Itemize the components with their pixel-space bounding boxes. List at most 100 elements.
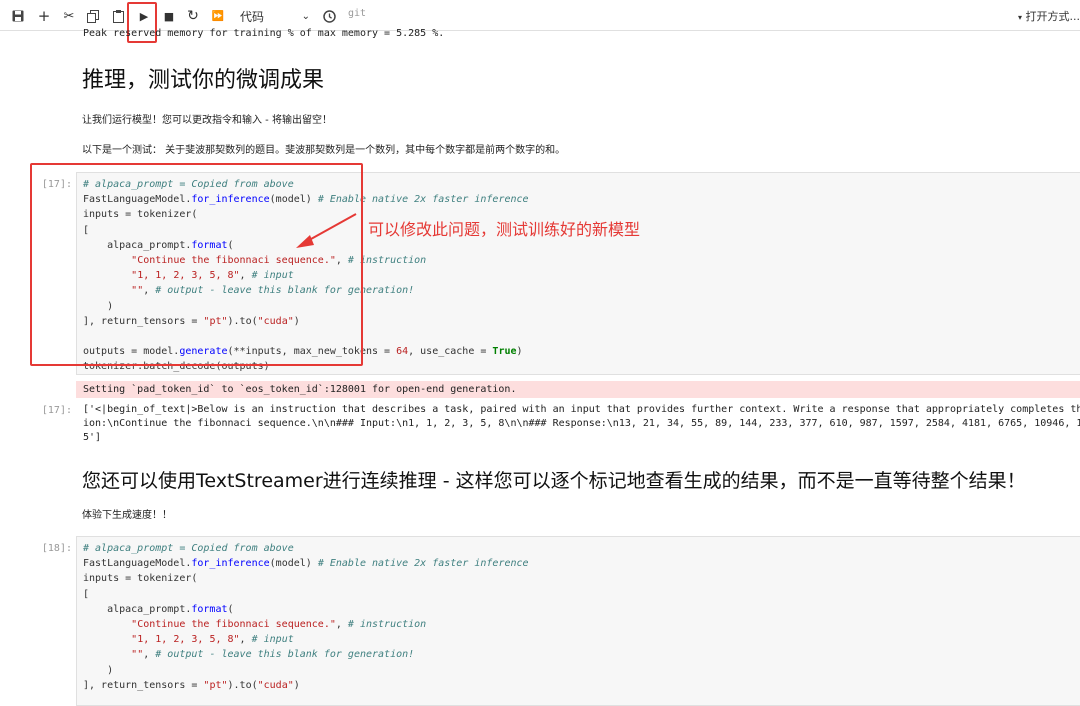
code-line: outputs = model.generate(**inputs, max_n… [83,344,529,359]
cell-18-input-prompt: [18]: [30,543,72,554]
code-token: # Enable native 2x faster inference [318,558,529,569]
code-token: inputs = tokenizer( [83,573,197,584]
code-line: ) [83,663,529,678]
code-token: format [191,240,227,251]
git-label[interactable]: git [348,8,366,19]
code-token: (model) [270,194,318,205]
run-all-icon[interactable]: ⏩ [208,7,228,25]
save-icon[interactable] [9,7,27,25]
code-token: "cuda" [258,316,294,327]
output-line: ion:\nContinue the fibonnaci sequence.\n… [83,417,1080,431]
code-line [83,329,529,344]
code-token: ], return_tensors = [83,316,203,327]
code-token: # instruction [348,255,426,266]
code-token: "" [131,285,143,296]
section-heading-inference: 推理，测试你的微调成果 [82,62,324,94]
code-token: # output - leave this blank for generati… [155,649,414,660]
code-token: ) [294,316,300,327]
cut-icon[interactable]: ✂ [60,7,78,25]
section-heading-textstreamer: 您还可以使用TextStreamer进行连续推理 - 这样您可以逐个标记地查看生… [82,466,1026,493]
restart-icon[interactable]: ↻ [184,7,202,25]
copy-icon[interactable] [84,7,102,25]
code-line: # alpaca_prompt = Copied from above [83,541,529,556]
stop-icon[interactable]: ■ [160,7,178,25]
code-token: # alpaca_prompt = Copied from above [83,543,294,554]
code-token: generate [179,346,227,357]
code-cell-18-source[interactable]: # alpaca_prompt = Copied from above FastL… [83,541,529,693]
code-token: , [240,634,252,645]
code-token: "pt" [203,316,227,327]
code-token [83,634,131,645]
code-token: (**inputs, max_new_tokens = [228,346,397,357]
code-token: inputs = tokenizer( [83,209,197,220]
code-line: tokenizer.batch_decode(outputs) [83,359,529,374]
code-token [83,270,131,281]
code-line: FastLanguageModel.for_inference(model) #… [83,556,529,571]
code-token: (model) [270,558,318,569]
code-token: , [336,255,348,266]
code-token: ).to( [228,680,258,691]
code-token: ], return_tensors = [83,680,203,691]
warning-text: Setting `pad_token_id` to `eos_token_id`… [83,384,516,395]
code-token: "" [131,649,143,660]
code-token: alpaca_prompt. [83,240,191,251]
code-line: "", # output - leave this blank for gene… [83,647,529,662]
code-token: # Enable native 2x faster inference [318,194,529,205]
code-line: "1, 1, 2, 3, 5, 8", # input [83,632,529,647]
code-line: FastLanguageModel.for_inference(model) #… [83,192,529,207]
code-token: "1, 1, 2, 3, 5, 8" [131,270,239,281]
code-token: # alpaca_prompt = Copied from above [83,179,294,190]
cell-17-input-prompt: [17]: [30,179,72,190]
code-token: "Continue the fibonnaci sequence." [131,255,336,266]
code-token: # output - leave this blank for generati… [155,285,414,296]
code-token: , [240,270,252,281]
open-with-menu[interactable]: ▾ 打开方式... [1018,8,1080,24]
caret-down-icon: ▾ [1018,13,1022,22]
open-with-label: 打开方式... [1026,10,1080,23]
code-line: # alpaca_prompt = Copied from above [83,177,529,192]
run-icon[interactable]: ▶ [135,7,153,25]
code-token: "pt" [203,680,227,691]
output-line: 5'] [83,431,1080,445]
code-cell-17-source[interactable]: # alpaca_prompt = Copied from above FastL… [83,177,529,375]
add-cell-icon[interactable]: + [35,7,53,25]
annotation-text: 可以修改此问题，测试训练好的新模型 [368,216,640,240]
code-token: FastLanguageModel. [83,558,191,569]
cell-type-select[interactable]: 代码 ⌄ [236,6,314,26]
code-token: , use_cache = [408,346,492,357]
training-output-text: Peak reserved memory for training % of m… [83,28,444,39]
paste-icon[interactable] [109,7,127,25]
code-line: ], return_tensors = "pt").to("cuda") [83,314,529,329]
code-token: FastLanguageModel. [83,194,191,205]
cell-type-label: 代码 [240,8,264,25]
code-line: ) [83,299,529,314]
code-line: [ [83,587,529,602]
code-token: "1, 1, 2, 3, 5, 8" [131,634,239,645]
chevron-down-icon: ⌄ [302,11,310,22]
code-token: [ [83,589,89,600]
code-token: tokenizer.batch_decode(outputs) [83,361,270,372]
speed-paragraph: 体验下生成速度！！ [82,506,172,521]
code-line: ], return_tensors = "pt").to("cuda") [83,678,529,693]
code-line: "1, 1, 2, 3, 5, 8", # input [83,268,529,283]
annotation-arrow-icon [290,208,360,253]
code-token [83,619,131,630]
clock-icon[interactable] [320,7,338,25]
code-line: "", # output - leave this blank for gene… [83,283,529,298]
output-line: ['<|begin_of_text|>Below is an instructi… [83,403,1080,417]
cell-17-output: ['<|begin_of_text|>Below is an instructi… [83,403,1080,445]
code-line: "Continue the fibonnaci sequence.", # in… [83,253,529,268]
code-token: outputs = model. [83,346,179,357]
code-token: ) [83,665,113,676]
code-token: , [143,649,155,660]
test-description-paragraph: 以下是一个测试： 关于斐波那契数列的题目。斐波那契数列是一个数列，其中每个数字都… [82,141,565,156]
code-token [83,285,131,296]
code-line: inputs = tokenizer( [83,571,529,586]
code-token: ) [294,680,300,691]
code-token [83,255,131,266]
code-token: ).to( [228,316,258,327]
code-token: ( [228,604,234,615]
code-token [83,649,131,660]
code-token: , [143,285,155,296]
code-token: True [492,346,516,357]
